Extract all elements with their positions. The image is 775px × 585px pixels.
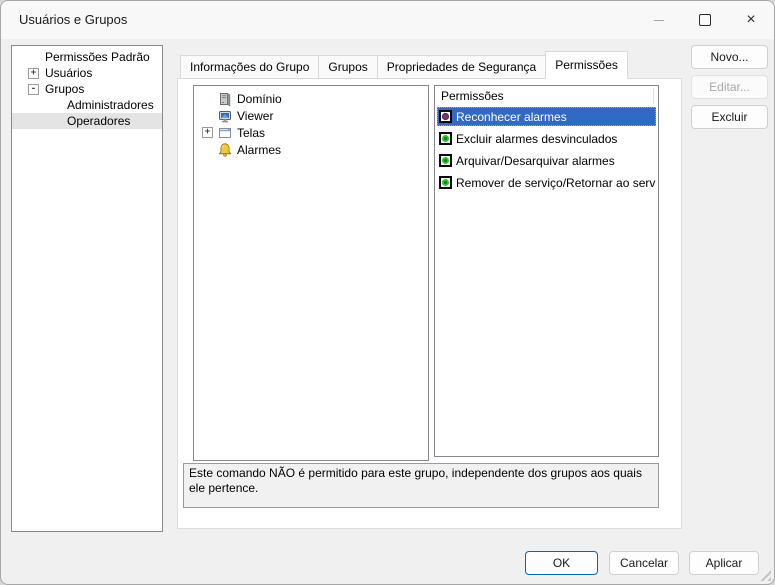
column-divider[interactable] xyxy=(653,88,654,104)
server-icon xyxy=(220,92,231,106)
tree-item-telas[interactable]: + Telas xyxy=(194,124,428,141)
permission-description-text: Este comando NÃO é permitido para este g… xyxy=(189,466,642,495)
tabstrip: Informações do Grupo Grupos Propriedades… xyxy=(180,51,628,79)
sidebar-item-permissoes-padrao[interactable]: Permissões Padrão xyxy=(12,49,162,65)
sidebar-item-grupos[interactable]: - Grupos xyxy=(12,81,162,97)
allowed-state-icon xyxy=(439,176,452,189)
tab-label: Propriedades de Segurança xyxy=(386,60,537,74)
tab-informacoes-do-grupo[interactable]: Informações do Grupo xyxy=(180,55,320,79)
tab-propriedades-de-seguranca[interactable]: Propriedades de Segurança xyxy=(376,55,547,79)
sidebar-item-label: Permissões Padrão xyxy=(45,50,150,64)
permissions-column-header[interactable]: Permissões xyxy=(435,86,658,107)
tree-item-label: Viewer xyxy=(237,108,274,123)
tab-label: Permissões xyxy=(555,58,618,72)
permission-label: Remover de serviço/Retornar ao serviço a… xyxy=(456,175,656,190)
titlebar[interactable]: Usuários e Grupos × xyxy=(1,1,774,39)
permission-label: Excluir alarmes desvinculados xyxy=(456,131,618,146)
minimize-icon xyxy=(654,19,664,21)
sidebar-item-usuarios[interactable]: + Usuários xyxy=(12,65,162,81)
sidebar-item-label: Grupos xyxy=(45,82,85,96)
sidebar-item-operadores[interactable]: Operadores xyxy=(12,113,162,129)
sidebar-item-label: Operadores xyxy=(67,114,131,128)
tab-label: Grupos xyxy=(328,60,368,74)
permissions-list: Permissões Reconhecer alarmes Excluir al… xyxy=(434,85,659,457)
button-label: Editar... xyxy=(709,80,750,94)
resize-grip[interactable] xyxy=(760,570,771,581)
tree-item-viewer[interactable]: Viewer xyxy=(194,107,428,124)
permission-label: Arquivar/Desarquivar alarmes xyxy=(456,153,615,168)
window-controls: × xyxy=(636,1,774,39)
aplicar-button[interactable]: Aplicar xyxy=(689,551,759,575)
permission-row-remover-de-servico[interactable]: Remover de serviço/Retornar ao serviço a… xyxy=(437,173,656,192)
button-label: Novo... xyxy=(710,50,749,64)
window-icon xyxy=(219,127,231,138)
expand-icon[interactable]: + xyxy=(28,67,39,79)
window-title: Usuários e Grupos xyxy=(19,12,128,27)
tab-permissoes[interactable]: Permissões xyxy=(545,51,628,79)
expand-icon[interactable]: + xyxy=(202,127,213,138)
sidebar-item-administradores[interactable]: Administradores xyxy=(12,97,162,113)
editar-button[interactable]: Editar... xyxy=(691,75,768,99)
users-groups-dialog: Usuários e Grupos × Permissões Padrão + … xyxy=(0,0,775,585)
button-label: Cancelar xyxy=(619,556,669,570)
excluir-button[interactable]: Excluir xyxy=(691,105,768,129)
groups-listbox: Permissões Padrão + Usuários - Grupos Ad… xyxy=(11,45,163,532)
button-label: Excluir xyxy=(711,110,748,124)
button-label: Aplicar xyxy=(705,556,743,570)
permission-description-box: Este comando NÃO é permitido para este g… xyxy=(183,463,659,508)
permission-row-reconhecer-alarmes[interactable]: Reconhecer alarmes xyxy=(437,107,656,126)
minimize-button[interactable] xyxy=(636,1,682,39)
column-header-label: Permissões xyxy=(441,89,504,103)
maximize-icon xyxy=(699,14,711,26)
sidebar-item-label: Administradores xyxy=(67,98,154,112)
tree-item-label: Alarmes xyxy=(237,142,282,157)
tree-item-label: Telas xyxy=(237,125,266,140)
monitor-icon xyxy=(219,110,231,122)
sidebar-item-label: Usuários xyxy=(45,66,93,80)
tree-item-alarmes[interactable]: Alarmes xyxy=(194,141,428,158)
allowed-state-icon xyxy=(439,154,452,167)
button-label: OK xyxy=(552,556,571,570)
novo-button[interactable]: Novo... xyxy=(691,45,768,69)
object-tree: Domínio Viewer + Telas Alarmes xyxy=(193,85,429,461)
ok-button[interactable]: OK xyxy=(525,551,598,575)
cancelar-button[interactable]: Cancelar xyxy=(609,551,679,575)
close-button[interactable]: × xyxy=(728,1,774,39)
permission-label: Reconhecer alarmes xyxy=(456,109,567,124)
close-icon: × xyxy=(746,11,756,28)
allowed-state-icon xyxy=(439,132,452,145)
denied-state-icon xyxy=(439,110,452,123)
tab-label: Informações do Grupo xyxy=(190,60,310,74)
permission-row-arquivar-desarquivar-alarmes[interactable]: Arquivar/Desarquivar alarmes xyxy=(437,151,656,170)
tab-grupos[interactable]: Grupos xyxy=(318,55,378,79)
collapse-icon[interactable]: - xyxy=(28,83,39,95)
tree-item-label: Domínio xyxy=(237,91,282,106)
bell-icon xyxy=(218,142,232,157)
tree-item-dominio[interactable]: Domínio xyxy=(194,90,428,107)
maximize-button[interactable] xyxy=(682,1,728,39)
permission-row-excluir-alarmes-desvinculados[interactable]: Excluir alarmes desvinculados xyxy=(437,129,656,148)
